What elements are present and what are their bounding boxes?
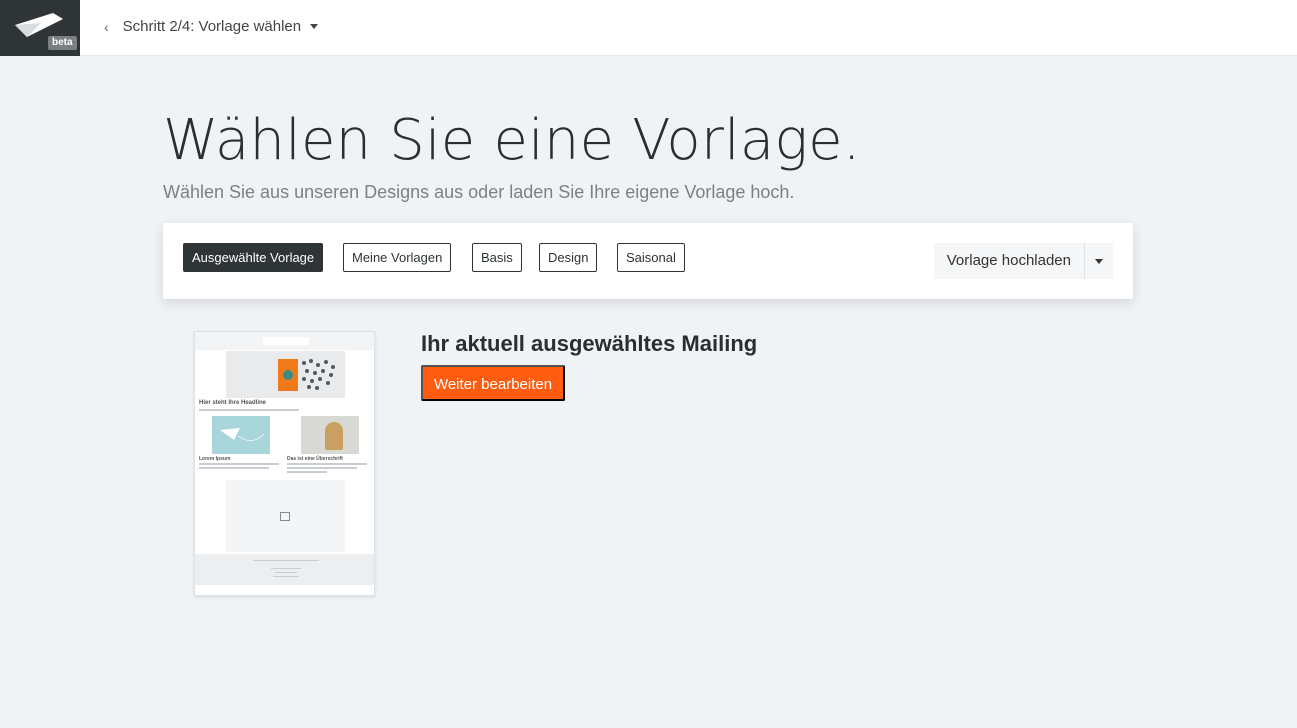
selected-mailing-heading: Ihr aktuell ausgewähltes Mailing: [421, 331, 758, 356]
paper-plane-image: [212, 416, 270, 454]
caret-down-icon[interactable]: [310, 24, 319, 29]
app-logo[interactable]: beta: [0, 0, 80, 56]
thumbnail-col1-title: Lorem Ipsum: [199, 456, 231, 462]
upload-template-button[interactable]: Vorlage hochladen: [934, 243, 1084, 279]
chevron-left-icon[interactable]: ‹: [104, 19, 109, 35]
thumbnail-hero-image: [226, 351, 345, 398]
filter-my-templates[interactable]: Meine Vorlagen: [343, 243, 452, 272]
top-navbar: beta ‹ Schritt 2/4: Vorlage wählen: [0, 0, 1297, 56]
filter-seasonal[interactable]: Saisonal: [617, 243, 685, 272]
continue-editing-button[interactable]: Weiter bearbeiten: [421, 365, 565, 401]
upload-template-split-button: Vorlage hochladen: [933, 243, 1113, 279]
thumbnail-col2-title: Das ist eine Überschrift: [287, 456, 343, 462]
beta-badge: beta: [48, 36, 77, 50]
filter-basic[interactable]: Basis: [472, 243, 522, 272]
template-thumbnail[interactable]: Hier steht Ihre Headline Lorem Ipsum Das…: [194, 331, 375, 596]
page-title: Wählen Sie eine Vorlage.: [163, 108, 861, 173]
template-filter-bar: Ausgewählte Vorlage Meine Vorlagen Basis…: [163, 223, 1133, 299]
thumbnail-logo-area: [226, 480, 345, 552]
person-image: [301, 416, 359, 454]
caret-down-icon[interactable]: [1084, 243, 1113, 279]
page-subtitle: Wählen Sie aus unseren Designs aus oder …: [163, 182, 795, 202]
filter-selected-template[interactable]: Ausgewählte Vorlage: [183, 243, 324, 272]
filter-design[interactable]: Design: [539, 243, 598, 272]
thumbnail-headline: Hier steht Ihre Headline: [199, 400, 267, 406]
envelope-logo-icon: [15, 13, 63, 37]
thumbnail-footer: [195, 554, 374, 585]
step-selector[interactable]: ‹ Schritt 2/4: Vorlage wählen: [104, 18, 319, 35]
step-label[interactable]: Schritt 2/4: Vorlage wählen: [123, 18, 301, 35]
thumbnail-preheader: [195, 332, 374, 350]
